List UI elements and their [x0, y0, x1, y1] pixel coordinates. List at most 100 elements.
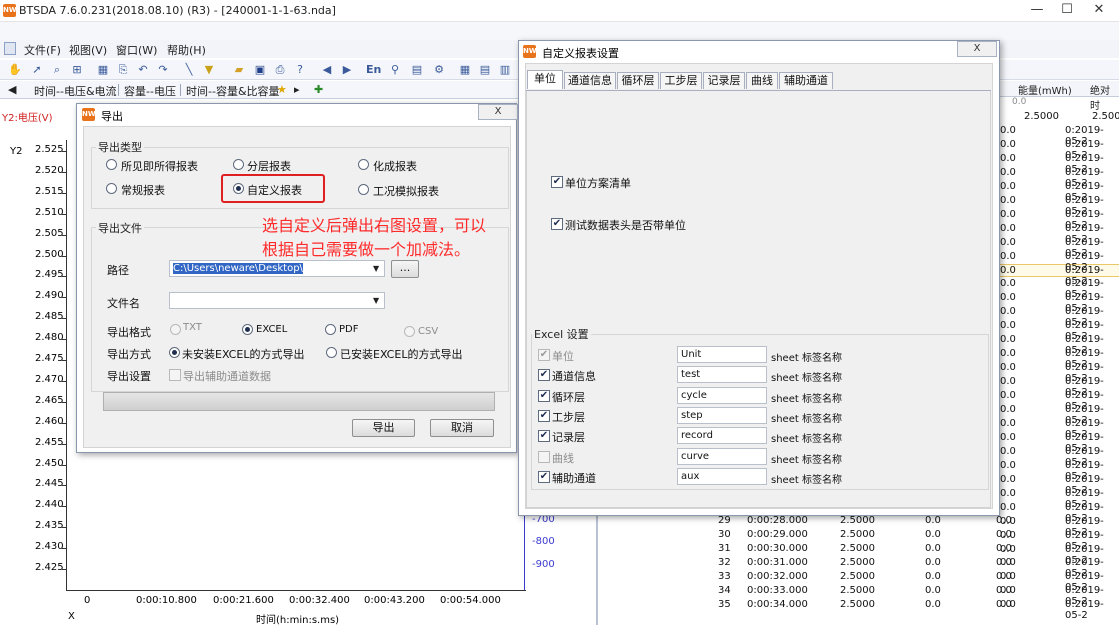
tab-time-voltage-current[interactable]: 时间--电压&电流: [34, 83, 117, 99]
unit-scheme-checkbox[interactable]: ✔: [551, 176, 563, 188]
line-icon[interactable]: ╲: [182, 63, 196, 77]
back-icon[interactable]: ◀: [320, 63, 334, 77]
minimize-icon[interactable]: —: [1020, 0, 1054, 22]
sheet-checkbox[interactable]: ✔: [538, 430, 550, 443]
format-radio-selected[interactable]: [242, 324, 253, 335]
menu-file[interactable]: 文件(F): [24, 42, 61, 58]
method-radio-selected[interactable]: [169, 347, 180, 358]
sheet-name-input[interactable]: curve: [677, 447, 767, 465]
path-input[interactable]: C:\Users\neware\Desktop\: [169, 260, 385, 277]
cell: 2.5000: [1092, 111, 1119, 122]
close-icon[interactable]: ✕: [1082, 0, 1116, 22]
pin-icon[interactable]: ⚲: [388, 63, 402, 77]
table-icon[interactable]: ▦: [458, 63, 472, 77]
y-tick-label: 2.510: [35, 206, 64, 218]
sheet-name-input[interactable]: step: [677, 406, 767, 424]
zoom-icon[interactable]: ⌕: [50, 63, 64, 77]
x-axis: [66, 590, 526, 591]
chart-icon[interactable]: ▤: [410, 63, 424, 77]
forward-icon[interactable]: ▶: [340, 63, 354, 77]
tab-1[interactable]: 通道信息: [564, 72, 616, 89]
y-axis-title: Y2:电压(V): [2, 113, 53, 124]
settings-icon[interactable]: ⚙: [432, 63, 446, 77]
filename-dropdown-icon[interactable]: ▼: [373, 296, 379, 305]
col-energy-header[interactable]: 能量(mWh): [1018, 82, 1072, 97]
print-icon[interactable]: ⎙: [273, 63, 287, 77]
sheet-checkbox[interactable]: ✔: [538, 409, 550, 422]
export-close-button[interactable]: X: [478, 104, 518, 120]
y-tick-label: 2.470: [35, 373, 64, 385]
help-icon[interactable]: ?: [293, 63, 307, 77]
undo-icon[interactable]: ↶: [136, 63, 150, 77]
header-unit-checkbox[interactable]: ✔: [551, 218, 563, 230]
save-icon[interactable]: ▣: [253, 63, 267, 77]
table3-icon[interactable]: ▥: [498, 63, 512, 77]
copy-icon[interactable]: ⎘: [116, 63, 130, 77]
tabs-scroll-left-icon[interactable]: ◀: [8, 83, 16, 96]
cell: 0.0: [1000, 180, 1016, 192]
sheet-checkbox[interactable]: ✔: [538, 470, 550, 483]
hand-icon[interactable]: ✋: [8, 63, 22, 77]
redo-icon[interactable]: ↷: [156, 63, 170, 77]
sheet-name-input[interactable]: cycle: [677, 386, 767, 404]
menu-view[interactable]: 视图(V): [69, 42, 107, 58]
type-label: 所见即所得报表: [121, 160, 198, 173]
cell: 0.0: [1000, 194, 1016, 206]
format-option: CSV: [418, 326, 439, 337]
aux-checkbox[interactable]: [169, 369, 181, 381]
pointer-icon[interactable]: ➚: [30, 63, 44, 77]
tab-6[interactable]: 辅助通道: [779, 72, 833, 89]
tab-4[interactable]: 记录层: [703, 72, 745, 89]
type-radio[interactable]: [106, 183, 117, 194]
export-button[interactable]: 导出: [352, 419, 415, 437]
tab-separator: [118, 84, 119, 96]
grid-icon[interactable]: ▦: [96, 63, 110, 77]
menu-window[interactable]: 窗口(W): [116, 42, 157, 58]
tab-2[interactable]: 循环层: [617, 72, 659, 89]
custom-close-button[interactable]: X: [957, 41, 997, 57]
language-icon[interactable]: En: [366, 63, 381, 77]
type-label: 化成报表: [373, 160, 417, 173]
zoom-area-icon[interactable]: ⊞: [70, 63, 84, 77]
sheet-checkbox[interactable]: ✔: [538, 389, 550, 402]
star-icon[interactable]: ★: [277, 83, 287, 96]
col-abs-time-header[interactable]: 绝对时: [1090, 82, 1119, 112]
menu-help[interactable]: 帮助(H): [167, 42, 206, 58]
cancel-button[interactable]: 取消: [430, 419, 494, 437]
sheet-name-input[interactable]: Unit: [677, 346, 767, 363]
format-option: TXT: [183, 322, 202, 333]
sheet-checkbox[interactable]: [538, 450, 550, 463]
tab-time-capacity[interactable]: 时间--容量&比容量: [186, 83, 280, 99]
format-radio[interactable]: [325, 324, 336, 335]
type-radio[interactable]: [358, 184, 369, 195]
sheet-checkbox[interactable]: ✔: [538, 369, 550, 382]
tab-0[interactable]: 单位: [527, 70, 563, 89]
path-dropdown-icon[interactable]: ▼: [373, 264, 379, 273]
cell: 2.5000: [1024, 111, 1059, 122]
add-tab-icon[interactable]: ✚: [314, 83, 323, 96]
tabs-scroll-right-icon[interactable]: ▸: [294, 83, 300, 96]
filter-icon[interactable]: ▼: [202, 63, 216, 77]
format-radio[interactable]: [404, 326, 415, 337]
maximize-icon[interactable]: ☐: [1050, 0, 1084, 22]
y-tick-label: 2.495: [35, 269, 64, 281]
tab-5[interactable]: 曲线: [746, 72, 778, 89]
format-radio[interactable]: [170, 324, 181, 335]
tab-3[interactable]: 工步层: [660, 72, 702, 89]
sheet-suffix-label: sheet 标签名称: [771, 353, 842, 364]
cell: 0.0: [1000, 236, 1016, 248]
sheet-name-input[interactable]: record: [677, 427, 767, 445]
type-radio[interactable]: [358, 159, 369, 170]
filename-input[interactable]: [169, 292, 385, 309]
open-icon[interactable]: ▰: [232, 63, 246, 77]
tab-capacity-voltage[interactable]: 容量--电压: [124, 83, 176, 99]
sheet-checkbox[interactable]: ✔: [538, 349, 550, 361]
sheet-name-input[interactable]: test: [677, 366, 767, 384]
table2-icon[interactable]: ▤: [478, 63, 492, 77]
browse-button[interactable]: ...: [391, 260, 419, 278]
sheet-name-input[interactable]: aux: [677, 467, 767, 485]
type-radio[interactable]: [106, 159, 117, 170]
cell: 0.0: [1000, 431, 1016, 443]
type-radio[interactable]: [233, 159, 244, 170]
method-radio[interactable]: [326, 347, 337, 358]
